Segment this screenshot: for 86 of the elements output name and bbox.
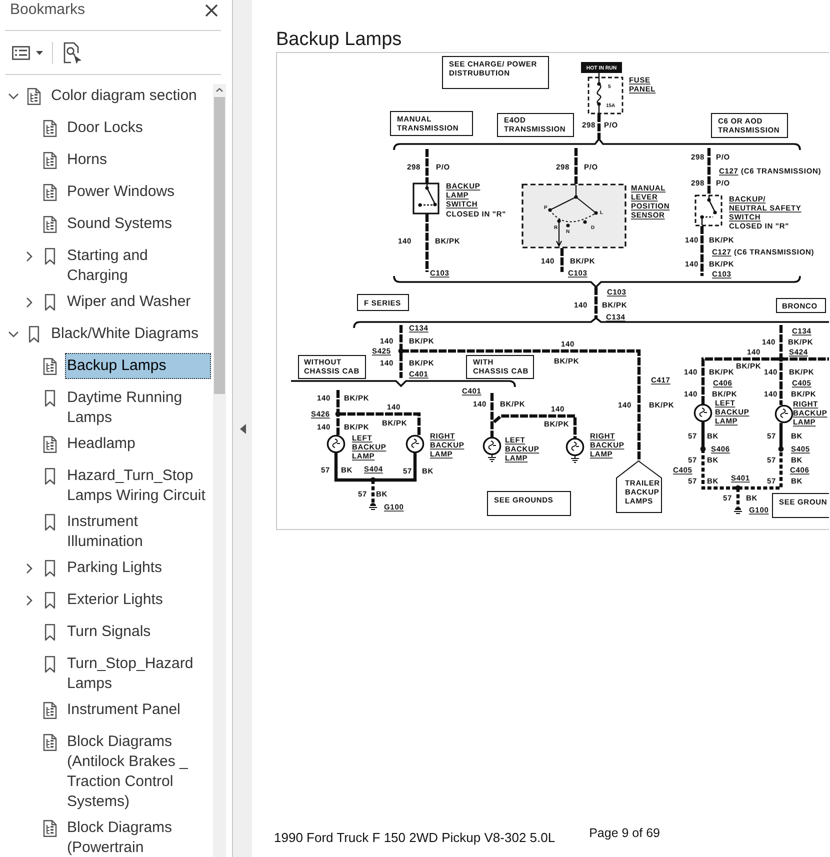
scroll-up-icon[interactable]: [216, 88, 223, 92]
wire: [574, 148, 578, 184]
bookmark-item[interactable]: Parking Lights: [65, 555, 211, 581]
bookmark-icon: [44, 390, 56, 406]
bookmark-item[interactable]: Turn Signals: [65, 619, 211, 645]
lamp-symbol-icon: [774, 404, 794, 424]
document-icon: [43, 216, 57, 232]
lamp-symbol-icon: [406, 434, 424, 454]
splice-dot-icon: [335, 411, 341, 417]
splice-dot-icon: [370, 477, 376, 483]
wire: [597, 114, 601, 139]
bookmark-icon: [44, 294, 56, 310]
search-button[interactable]: [61, 42, 84, 64]
page-search-icon: [63, 42, 82, 64]
switch-symbol-icon: [412, 182, 440, 214]
page-title: Backup Lamps: [276, 29, 403, 51]
bookmark-item[interactable]: Headlamp: [65, 431, 211, 457]
footer-caption: 1990 Ford Truck F 150 2WD Pickup V8-302 5.0L: [274, 830, 556, 846]
scrollbar-thumb[interactable]: [214, 97, 225, 394]
close-icon: [205, 4, 218, 17]
document-icon: [27, 88, 41, 104]
document-icon: [43, 358, 57, 374]
splice-dot-icon: [398, 348, 404, 354]
lamp-symbol-icon: [482, 436, 502, 462]
bookmark-item[interactable]: Instrument Illumination: [65, 509, 211, 555]
lamp-symbol-icon: [326, 434, 346, 454]
lamp-symbol-icon: [694, 404, 712, 422]
splice-dot-icon: [735, 485, 741, 491]
bookmark-item[interactable]: Daytime Running Lamps: [65, 385, 211, 431]
bookmark-item[interactable]: Wiper and Washer: [65, 289, 211, 315]
splice-dot-icon: [778, 446, 784, 452]
chevron-down-icon[interactable]: [8, 328, 18, 340]
bookmark-item[interactable]: Door Locks: [65, 115, 211, 141]
bookmark-item[interactable]: Block Diagrams (Antilock Brakes _ Traction Control Systems): [65, 729, 211, 815]
bookmark-icon: [44, 514, 56, 530]
chevron-right-icon[interactable]: [24, 562, 34, 574]
bookmark-item[interactable]: Instrument Panel: [65, 697, 211, 723]
fuse-symbol-icon: [588, 73, 624, 114]
bookmark-item[interactable]: Backup Lamps: [65, 353, 211, 379]
bookmark-item[interactable]: Sound Systems: [65, 211, 211, 237]
splice-dot-icon: [700, 446, 706, 452]
ground-symbol-icon: [368, 503, 378, 510]
chevron-right-icon[interactable]: [24, 250, 34, 262]
bookmark-icon: [44, 248, 56, 264]
left-arrow-icon[interactable]: [240, 424, 246, 434]
list-icon: [12, 46, 30, 60]
bookmark-icon: [44, 560, 56, 576]
wire: [707, 148, 711, 195]
bookmark-icon: [44, 468, 56, 484]
chevron-right-icon[interactable]: [24, 594, 34, 606]
wire: [425, 214, 429, 272]
panel-title: Bookmarks: [10, 1, 86, 19]
bookmark-item[interactable]: Color diagram section: [49, 83, 211, 109]
caret-icon: [36, 50, 43, 54]
bookmark-item[interactable]: Starting and Charging: [65, 243, 211, 289]
wire: [594, 287, 598, 318]
bookmark-icon: [44, 656, 56, 672]
document-icon: [43, 734, 57, 750]
switch-symbol-icon: [694, 194, 722, 226]
wire: [700, 226, 704, 276]
bookmark-icon: [44, 624, 56, 640]
bookmark-item[interactable]: Black/White Diagrams: [49, 321, 211, 347]
document-icon: [43, 152, 57, 168]
bookmark-icon: [44, 592, 56, 608]
close-button[interactable]: [205, 4, 218, 17]
lamp-symbol-icon: [566, 438, 584, 464]
scrollbar[interactable]: [213, 84, 226, 857]
ground-symbol-icon: [734, 507, 742, 514]
bookmark-item[interactable]: Exterior Lights: [65, 587, 211, 613]
wire: [560, 248, 564, 272]
document-icon: [43, 184, 57, 200]
document-icon: [43, 820, 57, 836]
chevron-down-icon[interactable]: [8, 90, 18, 102]
document-icon: [43, 120, 57, 136]
splice-dot-icon: [778, 356, 784, 362]
bookmark-item[interactable]: Block Diagrams (Powertrain: [65, 815, 211, 857]
wire: [425, 149, 429, 183]
bookmark-item[interactable]: Turn_Stop_Hazard Lamps: [65, 651, 211, 697]
document-icon: [43, 702, 57, 718]
bookmark-item[interactable]: Hazard_Turn_Stop Lamps Wiring Circuit: [65, 463, 211, 509]
chevron-right-icon[interactable]: [24, 296, 34, 308]
bookmark-item[interactable]: Horns: [65, 147, 211, 173]
bookmark-icon: [28, 326, 40, 342]
document-icon: [43, 436, 57, 452]
page-number: Page 9 of 69: [589, 825, 660, 841]
bookmark-item[interactable]: Power Windows: [65, 179, 211, 205]
